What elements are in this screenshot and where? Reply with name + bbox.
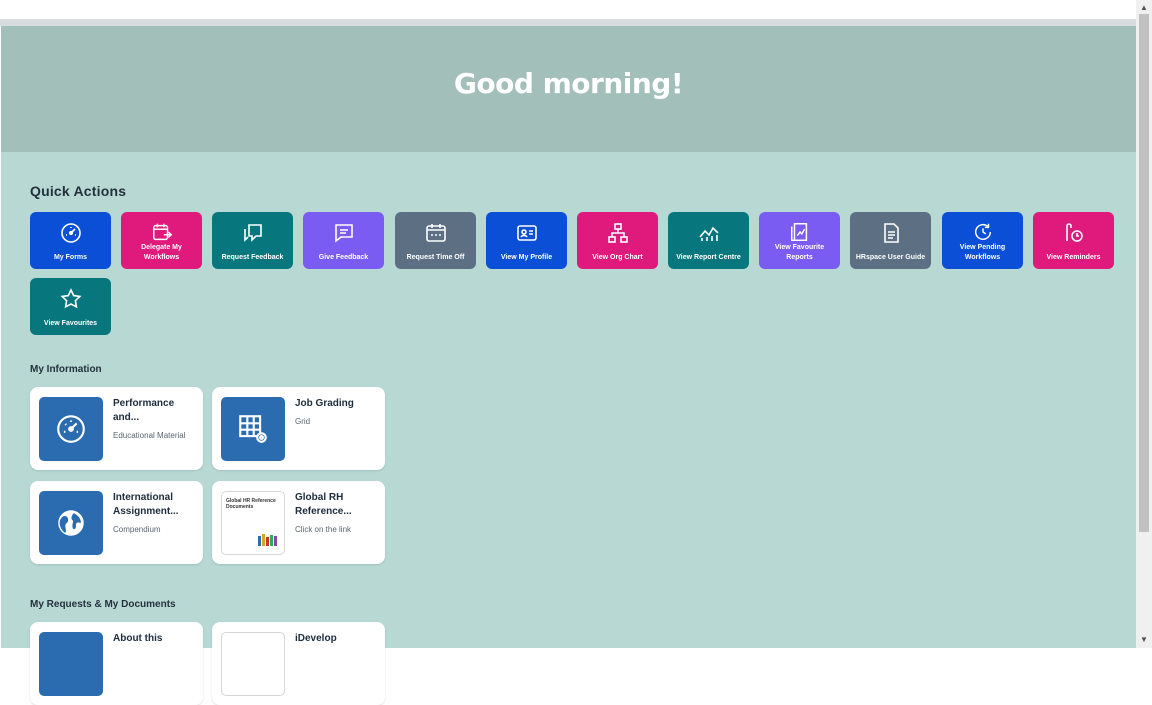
main-content: Quick Actions My Forms Delegate My Workf… xyxy=(1,152,1136,705)
report-icon xyxy=(790,223,807,241)
card-title: About this xyxy=(113,633,163,644)
tile-org-chart[interactable]: View Org Chart xyxy=(577,212,658,269)
tile-label: Give Feedback xyxy=(318,254,369,261)
document-thumbnail: Global HR Reference Documents xyxy=(226,498,276,510)
card-title: Global RH Reference... xyxy=(295,492,352,517)
card-thumbnail xyxy=(39,397,103,461)
scrollbar-thumb[interactable] xyxy=(1139,14,1149,532)
tile-view-profile[interactable]: View My Profile xyxy=(486,212,567,269)
quick-actions-title: Quick Actions xyxy=(30,183,127,199)
id-card-icon xyxy=(516,225,537,241)
card-international-assignment[interactable]: International Assignment... Compendium xyxy=(30,481,203,564)
scroll-down-arrow-icon[interactable]: ▼ xyxy=(1140,635,1148,644)
tile-label: View My Profile xyxy=(500,254,553,261)
tile-favourite-reports[interactable]: View Favourite Reports xyxy=(759,212,840,269)
tile-label: HRspace User Guide xyxy=(855,254,926,261)
tile-label: View Report Centre xyxy=(676,254,741,261)
globe-icon xyxy=(58,510,84,536)
tile-delegate-workflows[interactable]: Delegate My Workflows xyxy=(121,212,202,269)
my-information-title: My Information xyxy=(30,364,102,375)
card-thumbnail xyxy=(221,397,285,461)
card-title: International Assignment... xyxy=(113,492,179,517)
card-thumbnail xyxy=(39,491,103,555)
tile-my-forms[interactable]: My Forms xyxy=(30,212,111,269)
tile-pending-workflows[interactable]: View Pending Workflows xyxy=(942,212,1023,269)
card-subtitle: Click on the link xyxy=(295,525,352,534)
card-job-grading[interactable]: Job Grading Grid xyxy=(212,387,385,470)
tile-favourites[interactable]: View Favourites xyxy=(30,278,111,335)
gauge-icon xyxy=(60,223,81,243)
document-icon xyxy=(883,223,899,243)
calendar-icon xyxy=(425,224,446,242)
tile-label: View Favourite Reports xyxy=(774,244,825,261)
feedback-request-icon xyxy=(243,224,262,242)
reminder-icon xyxy=(1065,223,1083,242)
tile-label: Request Time Off xyxy=(406,254,465,261)
line-chart-icon xyxy=(698,226,719,241)
tile-label: Request Feedback xyxy=(221,254,284,261)
calendar-forward-icon xyxy=(152,223,172,241)
my-requests-title: My Requests & My Documents xyxy=(30,599,176,610)
top-bar xyxy=(0,0,1136,20)
card-global-rh-reference[interactable]: Global HR Reference Documents Global RH … xyxy=(212,481,385,564)
gauge-icon xyxy=(57,415,85,443)
books-illustration xyxy=(258,534,280,546)
tile-label: View Pending Workflows xyxy=(959,244,1006,261)
tile-request-time-off[interactable]: Request Time Off xyxy=(395,212,476,269)
card-about-this[interactable]: About this xyxy=(30,622,203,705)
tile-request-feedback[interactable]: Request Feedback xyxy=(212,212,293,269)
card-title: Job Grading xyxy=(295,398,354,409)
star-icon xyxy=(59,288,82,309)
tile-reminders[interactable]: View Reminders xyxy=(1033,212,1114,269)
tile-user-guide[interactable]: HRspace User Guide xyxy=(850,212,931,269)
org-chart-icon xyxy=(607,223,628,243)
tile-label: View Reminders xyxy=(1046,254,1101,261)
card-thumbnail: Global HR Reference Documents xyxy=(221,491,285,555)
feedback-icon xyxy=(334,224,353,243)
card-thumbnail xyxy=(39,632,103,696)
tile-give-feedback[interactable]: Give Feedback xyxy=(303,212,384,269)
tile-label: View Favourites xyxy=(43,320,98,327)
hero-banner: Good morning! xyxy=(1,26,1136,152)
card-idevelop[interactable]: iDevelop xyxy=(212,622,385,705)
scroll-up-arrow-icon[interactable]: ▲ xyxy=(1140,3,1148,12)
grid-settings-icon xyxy=(239,415,267,443)
card-subtitle: Educational Material xyxy=(113,431,186,440)
card-performance[interactable]: Performance and... Educational Material xyxy=(30,387,203,470)
tile-label: My Forms xyxy=(53,254,88,261)
card-title: iDevelop xyxy=(295,633,337,644)
card-title: Performance and... xyxy=(113,398,175,423)
card-thumbnail xyxy=(221,632,285,696)
top-divider xyxy=(0,19,1136,26)
card-subtitle: Compendium xyxy=(113,525,161,534)
refresh-clock-icon xyxy=(974,223,991,240)
tile-report-centre[interactable]: View Report Centre xyxy=(668,212,749,269)
tile-label: Delegate My Workflows xyxy=(141,244,182,261)
greeting-heading: Good morning! xyxy=(453,66,684,100)
tile-label: View Org Chart xyxy=(592,254,643,261)
card-subtitle: Grid xyxy=(295,417,311,426)
